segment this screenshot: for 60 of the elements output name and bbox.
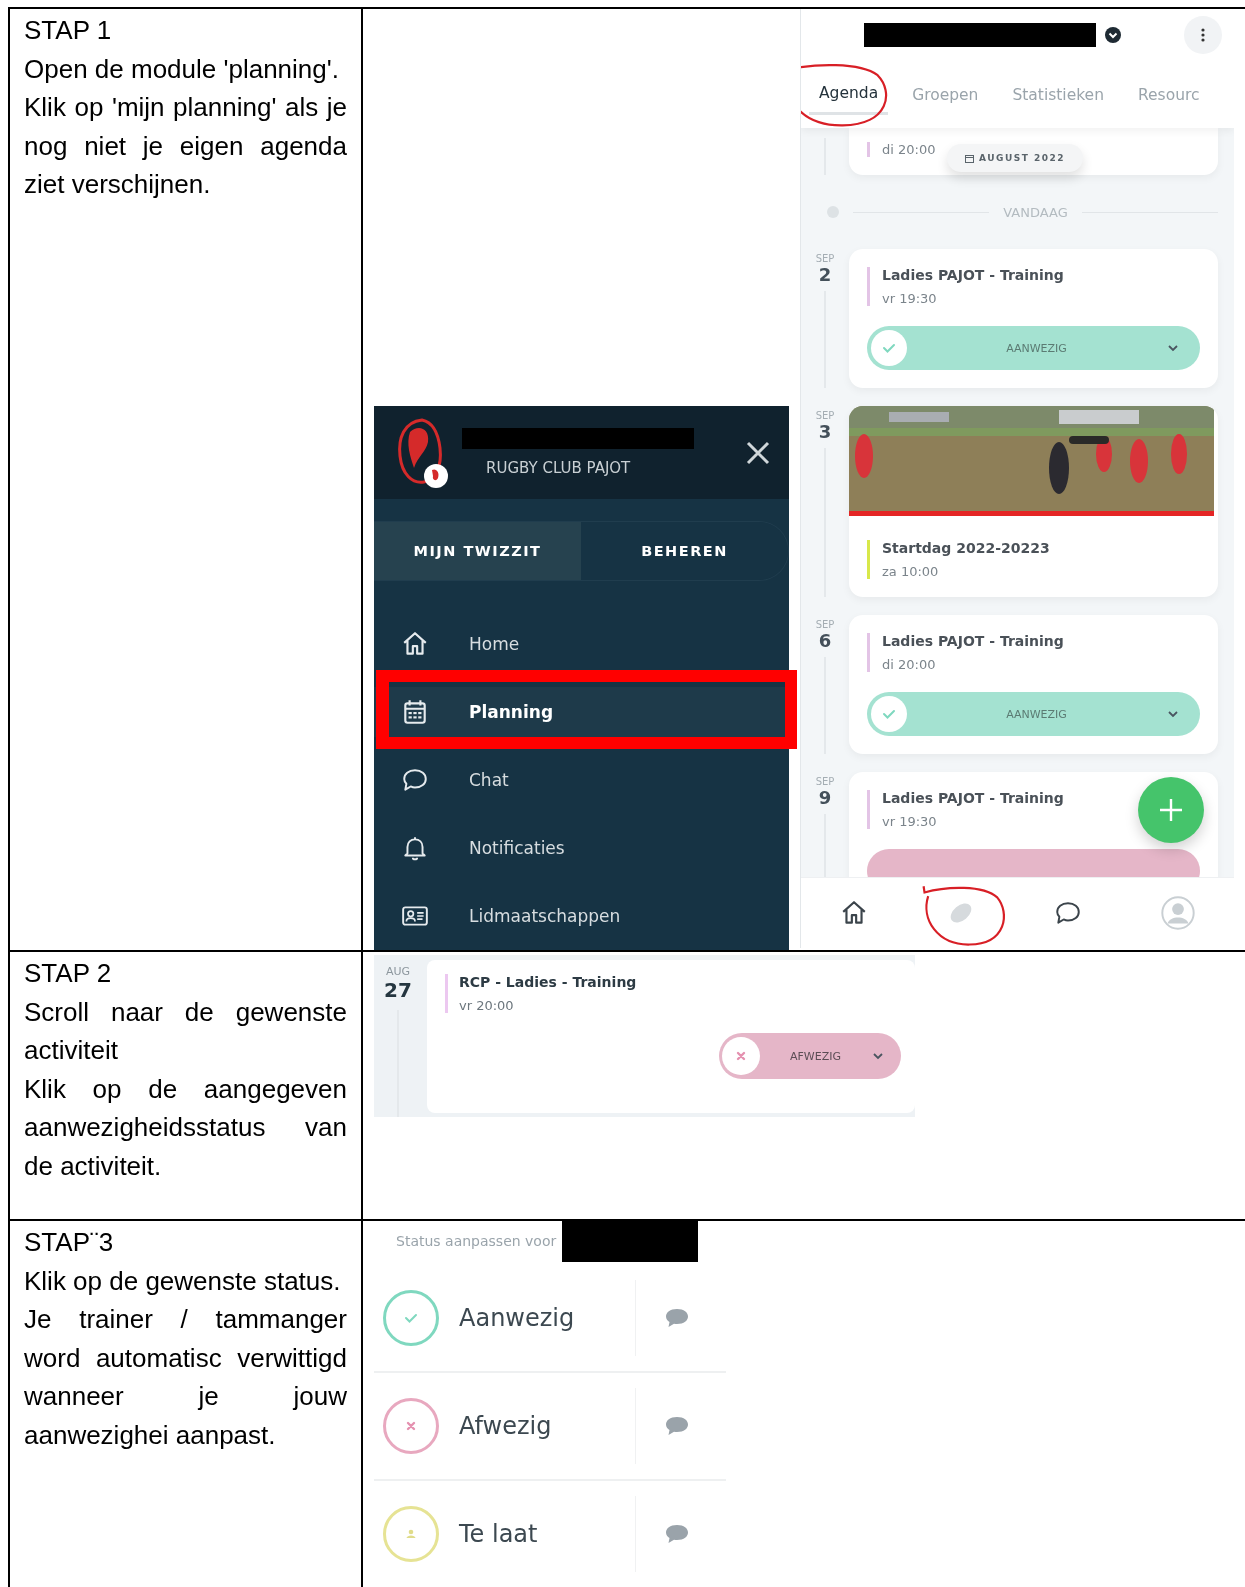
event-month: SEP (815, 619, 835, 630)
chat-icon (401, 766, 429, 794)
step-instruction: Klik op de gewenste status. (24, 1264, 342, 1298)
event-title: RCP - Ladies - Training (459, 974, 638, 990)
today-label: VANDAAG (1003, 204, 1068, 220)
event-day: 2 (818, 264, 832, 285)
event-time: vr 19:30 (882, 814, 938, 829)
menu-item[interactable]: Chat (374, 755, 789, 805)
plus-icon (1158, 797, 1184, 823)
calendar-icon (401, 698, 429, 726)
event-month: SEP (815, 253, 835, 264)
event-card[interactable]: Ladies PAJOT - Training vr 19:30 AANWEZIG (849, 249, 1218, 388)
menu-item[interactable]: Lidmaatschappen (374, 891, 789, 941)
menu-item[interactable]: Home (374, 619, 789, 669)
step-title: STAP 1 (24, 14, 113, 47)
step-title: STAP¨3 (24, 1226, 115, 1259)
calendar-icon (965, 153, 974, 163)
event-card[interactable]: RCP - Ladies - Training vr 20:00 AFWEZIG (427, 960, 915, 1113)
close-button[interactable] (745, 439, 771, 466)
event-time: di 20:00 (882, 657, 937, 672)
kebab-icon (1201, 28, 1205, 42)
event-title: Ladies PAJOT - Training (882, 267, 1065, 283)
menu-item[interactable]: Notificaties (374, 823, 789, 873)
club-name: RUGBY CLUB PAJOT (486, 459, 632, 477)
menu-tab[interactable]: MIJN TWIZZIT (374, 522, 581, 580)
more-button[interactable] (1184, 16, 1222, 54)
event-card[interactable]: Ladies PAJOT - Training di 20:00 AANWEZIG (849, 615, 1218, 754)
month-badge[interactable]: AUGUST 2022 (947, 144, 1083, 172)
event-day: 27 (384, 978, 412, 1002)
event-time: za 10:00 (882, 564, 940, 579)
event-card[interactable]: Startdag 2022-20223 za 10:00 (849, 406, 1218, 597)
event-day: 6 (818, 630, 832, 651)
step-title: STAP 2 (24, 957, 113, 990)
event-month: SEP (815, 776, 835, 787)
event-day: 3 (818, 421, 832, 442)
sheet-heading: Status aanpassen voor (395, 1232, 558, 1249)
event-title: Ladies PAJOT - Training (882, 790, 1065, 806)
step-instruction: Klik op 'mijn planning' als je nog niet je eigen agenda ziet verschijnen. (24, 91, 347, 202)
event-title: Ladies PAJOT - Training (882, 633, 1065, 649)
home-icon (401, 630, 429, 658)
event-card[interactable]: Ladies PAJOT - Training vr 19:30 (849, 772, 1218, 877)
step-instruction: Je trainer / tammanger word automatisc verwittigd wanneer je jouw aanwezighei aanpast. (24, 1303, 347, 1452)
event-title: Startdag 2022-20223 (882, 540, 1051, 556)
event-time: vr 20:00 (459, 998, 515, 1013)
event-month: AUG (385, 965, 411, 978)
bell-icon (401, 834, 429, 862)
step-instruction: Open de module 'planning'. (24, 52, 340, 86)
status-dropdown[interactable]: AFWEZIG (719, 1033, 901, 1079)
event-time: di 20:00 (882, 142, 937, 157)
event-time: vr 19:30 (882, 291, 938, 306)
chevron-down-icon (1104, 26, 1122, 44)
nav-button[interactable] (1053, 899, 1082, 927)
step-instruction: Klik op de aangegeven aanwezigheidsstatus van de activiteit. (24, 1072, 347, 1183)
close-icon (745, 439, 771, 466)
event-month: SEP (815, 410, 835, 421)
profile-icon (1160, 896, 1195, 930)
agenda-tab[interactable]: Agenda (809, 76, 889, 115)
step-instruction: Scroll naar de gewenste activiteit (24, 995, 347, 1068)
event-day: 9 (818, 787, 832, 808)
chat-icon (1053, 899, 1082, 927)
